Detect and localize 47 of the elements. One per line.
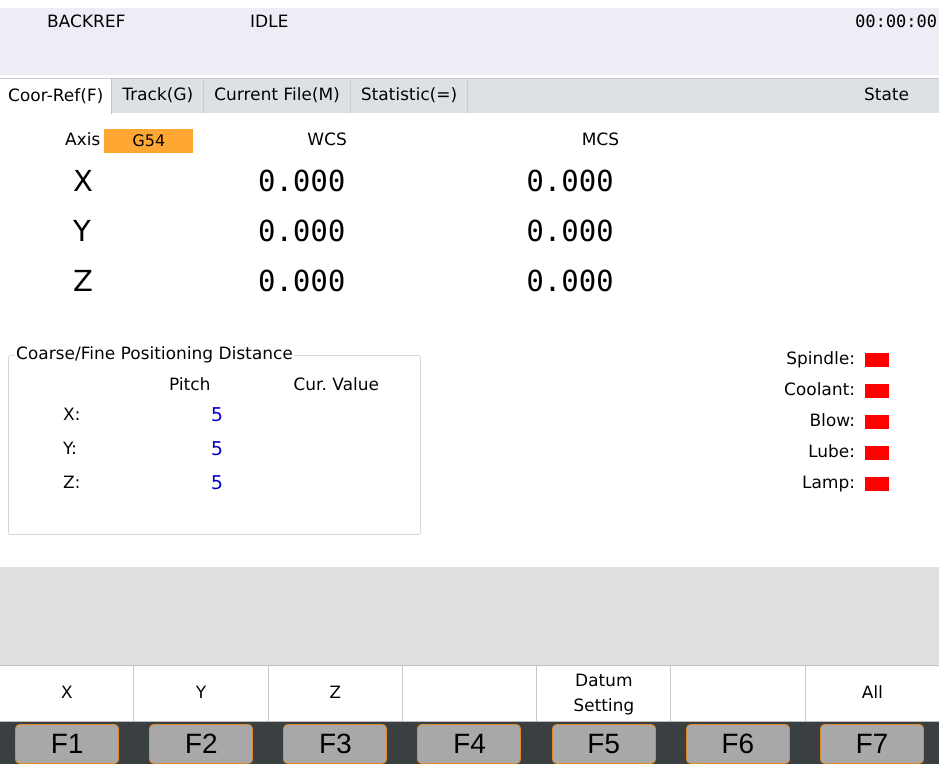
axis-label: Y: (63, 438, 78, 461)
tab[interactable]: Coor-Ref(F) (0, 79, 112, 114)
function-key[interactable]: F3 (283, 724, 388, 764)
pitch-header: Pitch (169, 374, 210, 397)
wcs-value: 0.000 (258, 163, 346, 200)
wcs-select[interactable]: G54 (104, 129, 194, 153)
function-key[interactable]: F4 (417, 724, 522, 764)
wcs-header: WCS (307, 129, 347, 152)
function-key[interactable]: F5 (552, 724, 656, 764)
tab[interactable]: Track(G) (112, 79, 204, 113)
wcs-value: 0.000 (258, 213, 346, 250)
indicator-label: Lube: (808, 441, 855, 464)
softkey-label: Z (329, 682, 342, 705)
mode-text: BACKREF (47, 11, 126, 34)
softkey-label: Y (196, 682, 206, 705)
softkey-label: X (60, 682, 72, 705)
state-text: IDLE (250, 11, 288, 34)
axis-name: Y (73, 213, 92, 250)
tab[interactable]: Statistic(=) (350, 79, 468, 113)
function-key[interactable]: F1 (15, 724, 120, 764)
softkey-label: All (862, 682, 883, 705)
axis-name: X (73, 163, 94, 200)
axis-name: Z (73, 263, 94, 300)
indicator-label: Spindle: (786, 348, 855, 372)
function-key[interactable]: F6 (686, 724, 790, 764)
mcs-value: 0.000 (526, 163, 614, 200)
indicator-label: Coolant: (784, 379, 855, 402)
group-title: Coarse/Fine Positioning Distance (15, 343, 294, 365)
axis-label: X: (63, 404, 82, 427)
pitch-value: 5 (210, 471, 223, 496)
indicator-label: Blow: (810, 410, 855, 434)
softkey-label: Datum Setting (572, 670, 636, 718)
function-key[interactable]: F7 (820, 724, 924, 764)
tab[interactable]: Current File(M) (204, 79, 351, 113)
pitch-value: 5 (210, 437, 223, 462)
axis-label: Z: (63, 472, 82, 495)
axis-label: Axis (65, 129, 100, 152)
state-label: State (864, 84, 909, 108)
indicator-label: Lamp: (802, 472, 855, 496)
mcs-value: 0.000 (526, 263, 614, 300)
function-key[interactable]: F2 (149, 724, 254, 764)
value-header: Cur. Value (293, 374, 379, 397)
wcs-value: 0.000 (258, 263, 346, 300)
pitch-value: 5 (210, 403, 223, 428)
time-text: 00:00:00 (855, 11, 938, 34)
mcs-value: 0.000 (526, 213, 614, 250)
mcs-header: MCS (582, 129, 620, 152)
